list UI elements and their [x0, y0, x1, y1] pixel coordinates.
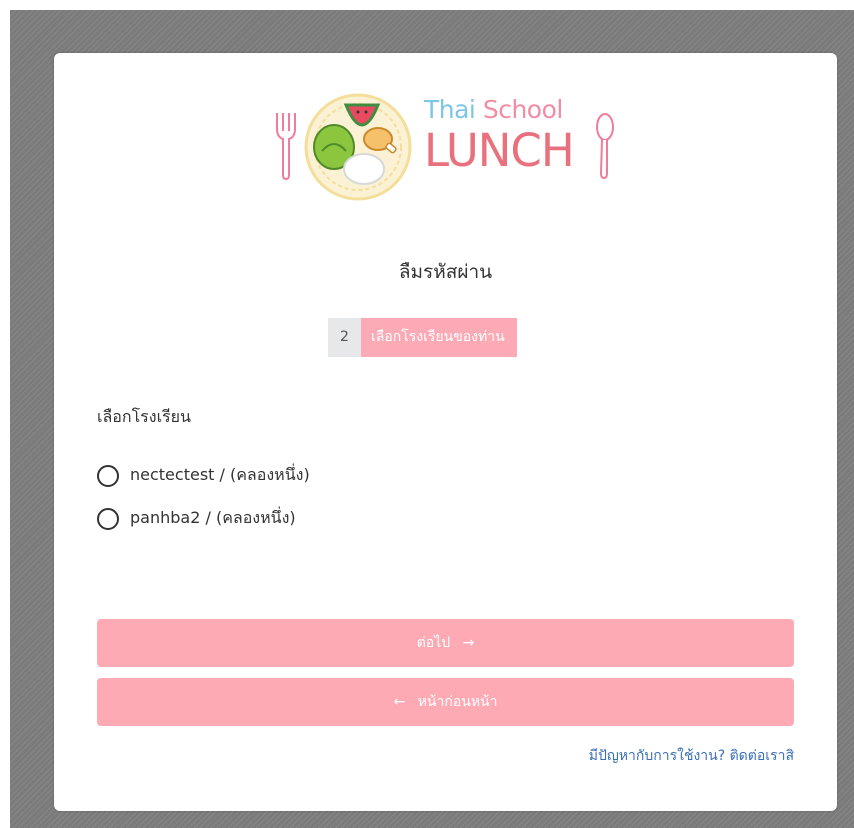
step-indicator: 2 เลือกโรงเรียนของท่าน — [328, 318, 517, 357]
logo-title-top: Thai School — [424, 95, 563, 124]
school-option-label: nectectest / (คลองหนึ่ง) — [130, 465, 310, 484]
school-option-label: panhba2 / (คลองหนึ่ง) — [130, 508, 296, 527]
school-option-panhba2[interactable]: panhba2 / (คลองหนึ่ง) — [97, 506, 296, 531]
next-button[interactable]: ต่อไป → — [97, 619, 794, 667]
contact-help-link[interactable]: มีปัญหากับการใช้งาน? ติดต่อเราสิ — [589, 745, 794, 767]
arrow-right-icon: → — [462, 635, 475, 651]
forgot-password-card: Thai School LUNCH ลืมรหัสผ่าน 2 เลือกโรง… — [54, 53, 837, 811]
radio-button[interactable] — [97, 507, 119, 530]
step-label: เลือกโรงเรียนของท่าน — [361, 318, 517, 357]
radio-button[interactable] — [97, 464, 119, 487]
logo-word-school: School — [482, 95, 564, 124]
spoon-icon — [596, 113, 614, 180]
plate-icon — [304, 93, 412, 201]
next-button-label: ต่อไป — [416, 635, 451, 651]
step-number: 2 — [328, 318, 361, 357]
thai-school-lunch-logo: Thai School LUNCH — [274, 85, 619, 205]
back-button[interactable]: ← หน้าก่อนหน้า — [97, 678, 794, 726]
arrow-left-icon: ← — [393, 694, 406, 710]
back-button-label: หน้าก่อนหน้า — [417, 694, 498, 710]
select-school-label: เลือกโรงเรียน — [97, 407, 191, 426]
fork-icon — [276, 113, 296, 181]
logo-word-thai: Thai — [424, 95, 476, 124]
page-title: ลืมรหัสผ่าน — [398, 261, 493, 283]
school-option-nectectest[interactable]: nectectest / (คลองหนึ่ง) — [97, 463, 310, 488]
logo-word-lunch: LUNCH — [424, 124, 575, 177]
